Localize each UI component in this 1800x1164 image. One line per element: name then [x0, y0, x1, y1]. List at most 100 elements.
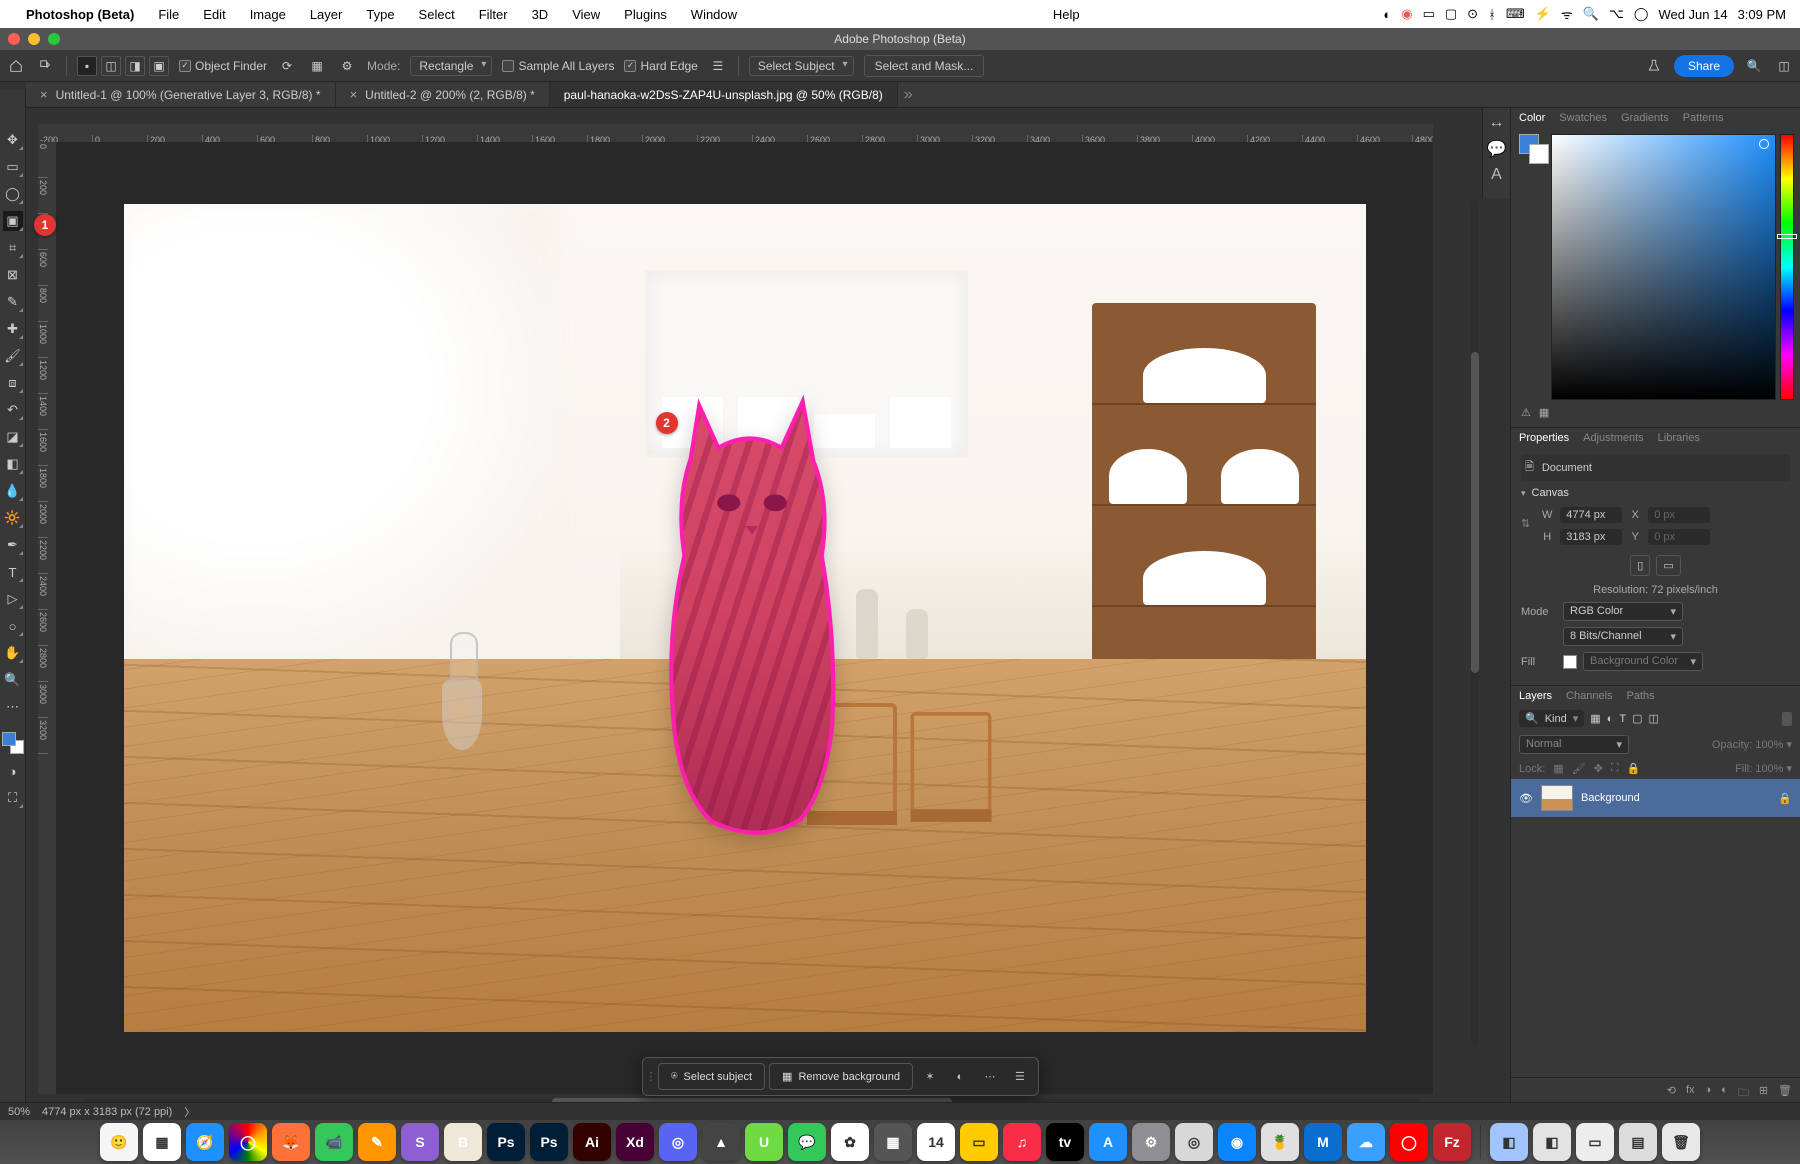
- dock-app-9[interactable]: Ps: [487, 1123, 525, 1161]
- marquee-tool[interactable]: ▭: [3, 157, 23, 177]
- fill-swatch[interactable]: [1563, 655, 1577, 669]
- status-more-icon[interactable]: 〉: [184, 1104, 195, 1120]
- select-subject-button[interactable]: Select Subject: [749, 56, 854, 76]
- ctx-remove-background-button[interactable]: ▦Remove background: [769, 1063, 913, 1090]
- tab-color[interactable]: Color: [1519, 112, 1545, 124]
- cat-selection[interactable]: [645, 386, 856, 841]
- folder-icon[interactable]: ▭: [1423, 6, 1435, 22]
- layer-filter-kind[interactable]: 🔍Kind▾: [1519, 710, 1584, 727]
- select-and-mask-button[interactable]: Select and Mask...: [864, 55, 985, 77]
- intersect-selection-button[interactable]: ▣: [149, 56, 169, 76]
- tab-paths[interactable]: Paths: [1627, 690, 1655, 702]
- group-icon[interactable]: 🗀: [1738, 1084, 1749, 1103]
- dock-app-15[interactable]: U: [745, 1123, 783, 1161]
- menu-type[interactable]: Type: [366, 7, 394, 22]
- history-panel-icon[interactable]: ↔: [1488, 114, 1506, 132]
- contextual-taskbar[interactable]: ⋮ ⍟Select subject ▦Remove background ✶ ◐…: [642, 1057, 1039, 1096]
- zoom-window-button[interactable]: [48, 33, 60, 45]
- link-layers-icon[interactable]: ⟲: [1667, 1084, 1676, 1103]
- tool-preset-picker[interactable]: [36, 56, 56, 76]
- filter-type-icon[interactable]: T: [1619, 713, 1626, 725]
- menu-layer[interactable]: Layer: [310, 7, 343, 22]
- dock-app-20[interactable]: ▭: [960, 1123, 998, 1161]
- search-icon[interactable]: 🔍: [1744, 56, 1764, 76]
- control-center-icon[interactable]: ⌥: [1609, 6, 1624, 22]
- color-swatch[interactable]: [2, 732, 24, 754]
- filter-smart-icon[interactable]: ◫: [1648, 712, 1658, 725]
- dock-app-29[interactable]: ☁: [1347, 1123, 1385, 1161]
- brush-tool[interactable]: 🖌: [3, 346, 23, 366]
- ctx-transform-icon[interactable]: ✶: [917, 1064, 943, 1090]
- shape-tool[interactable]: ○: [3, 616, 23, 636]
- dock-app-30[interactable]: ◯: [1390, 1123, 1428, 1161]
- orient-landscape-button[interactable]: ▭: [1656, 555, 1680, 576]
- dock-app-28[interactable]: M: [1304, 1123, 1342, 1161]
- menubar-time[interactable]: 3:09 PM: [1738, 7, 1786, 22]
- menu-filter[interactable]: Filter: [479, 7, 508, 22]
- menu-file[interactable]: File: [158, 7, 179, 22]
- keyboard-icon[interactable]: ⌨: [1506, 6, 1525, 22]
- play-icon[interactable]: ⊙: [1467, 6, 1478, 22]
- dock-app-35[interactable]: ▤: [1619, 1123, 1657, 1161]
- width-input[interactable]: 4774 px: [1560, 507, 1622, 523]
- dock-app-2[interactable]: 🧭: [186, 1123, 224, 1161]
- tab-channels[interactable]: Channels: [1566, 690, 1612, 702]
- dock-app-17[interactable]: ✿: [831, 1123, 869, 1161]
- tab-properties[interactable]: Properties: [1519, 432, 1569, 444]
- dock-app-21[interactable]: ♫: [1003, 1123, 1041, 1161]
- menu-image[interactable]: Image: [250, 7, 286, 22]
- history-brush-tool[interactable]: ↶: [3, 400, 23, 420]
- lock-paint-icon[interactable]: 🖌: [1572, 762, 1586, 775]
- workspace-icon[interactable]: ◫: [1774, 56, 1794, 76]
- dock-app-7[interactable]: S: [401, 1123, 439, 1161]
- wifi-icon[interactable]: ᯤ: [1561, 5, 1573, 23]
- path-select-tool[interactable]: ▷: [3, 589, 23, 609]
- beaker-icon[interactable]: [1644, 56, 1664, 76]
- dock-app-12[interactable]: Xd: [616, 1123, 654, 1161]
- filter-shape-icon[interactable]: ▢: [1632, 712, 1642, 725]
- hard-edge-checkbox[interactable]: ✓Hard Edge: [624, 59, 697, 73]
- gradient-tool[interactable]: ◧: [3, 454, 23, 474]
- overlay-options-icon[interactable]: ▦: [307, 56, 327, 76]
- filter-adjust-icon[interactable]: ◐: [1607, 713, 1614, 725]
- canvas-section[interactable]: Canvas: [1521, 487, 1790, 499]
- lock-icon[interactable]: 🔒: [1778, 792, 1792, 805]
- sample-all-layers-checkbox[interactable]: Sample All Layers: [502, 59, 614, 73]
- dock-app-3[interactable]: ◯: [229, 1123, 267, 1161]
- dock-app-0[interactable]: 🙂: [100, 1123, 138, 1161]
- color-panel-swatch[interactable]: [1519, 134, 1549, 164]
- refresh-icon[interactable]: ⟳: [277, 56, 297, 76]
- color-mode-select[interactable]: RGB Color: [1563, 602, 1683, 621]
- crop-tool[interactable]: ⌗: [3, 238, 23, 258]
- doc-tab-1[interactable]: ×Untitled-1 @ 100% (Generative Layer 3, …: [26, 82, 336, 107]
- object-finder-checkbox[interactable]: ✓Object Finder: [179, 59, 267, 73]
- tabs-overflow-button[interactable]: »: [904, 86, 913, 104]
- menu-select[interactable]: Select: [419, 7, 455, 22]
- doc-dimensions[interactable]: 4774 px x 3183 px (72 ppi): [42, 1106, 172, 1118]
- layer-name[interactable]: Background: [1581, 792, 1640, 804]
- dock-app-34[interactable]: ▭: [1576, 1123, 1614, 1161]
- tab-adjustments[interactable]: Adjustments: [1583, 432, 1644, 444]
- layer-thumbnail[interactable]: [1541, 785, 1573, 811]
- fx-icon[interactable]: fx: [1686, 1084, 1695, 1103]
- close-icon[interactable]: ×: [40, 87, 48, 102]
- dock-app-4[interactable]: 🦊: [272, 1123, 310, 1161]
- lock-pos-icon[interactable]: ✥: [1594, 762, 1603, 775]
- dock-app-11[interactable]: Ai: [573, 1123, 611, 1161]
- orient-portrait-button[interactable]: ▯: [1630, 555, 1650, 576]
- feedback-icon[interactable]: ☰: [708, 56, 728, 76]
- menubar-date[interactable]: Wed Jun 14: [1658, 7, 1727, 22]
- visibility-toggle[interactable]: 👁: [1519, 792, 1533, 805]
- menu-edit[interactable]: Edit: [203, 7, 225, 22]
- dock-app-13[interactable]: ◎: [659, 1123, 697, 1161]
- dock-app-5[interactable]: 📹: [315, 1123, 353, 1161]
- ctx-more-icon[interactable]: ⋯: [977, 1064, 1003, 1090]
- battery-icon[interactable]: ⚡: [1535, 6, 1551, 22]
- doc-tab-2[interactable]: ×Untitled-2 @ 200% (2, RGB/8) *: [336, 82, 550, 107]
- dock-app-22[interactable]: tv: [1046, 1123, 1084, 1161]
- ctx-select-subject-button[interactable]: ⍟Select subject: [658, 1063, 765, 1090]
- frame-tool[interactable]: ⊠: [3, 265, 23, 285]
- mirror-icon[interactable]: ▢: [1445, 6, 1457, 22]
- y-input[interactable]: 0 px: [1648, 529, 1710, 545]
- close-icon[interactable]: ×: [350, 87, 358, 102]
